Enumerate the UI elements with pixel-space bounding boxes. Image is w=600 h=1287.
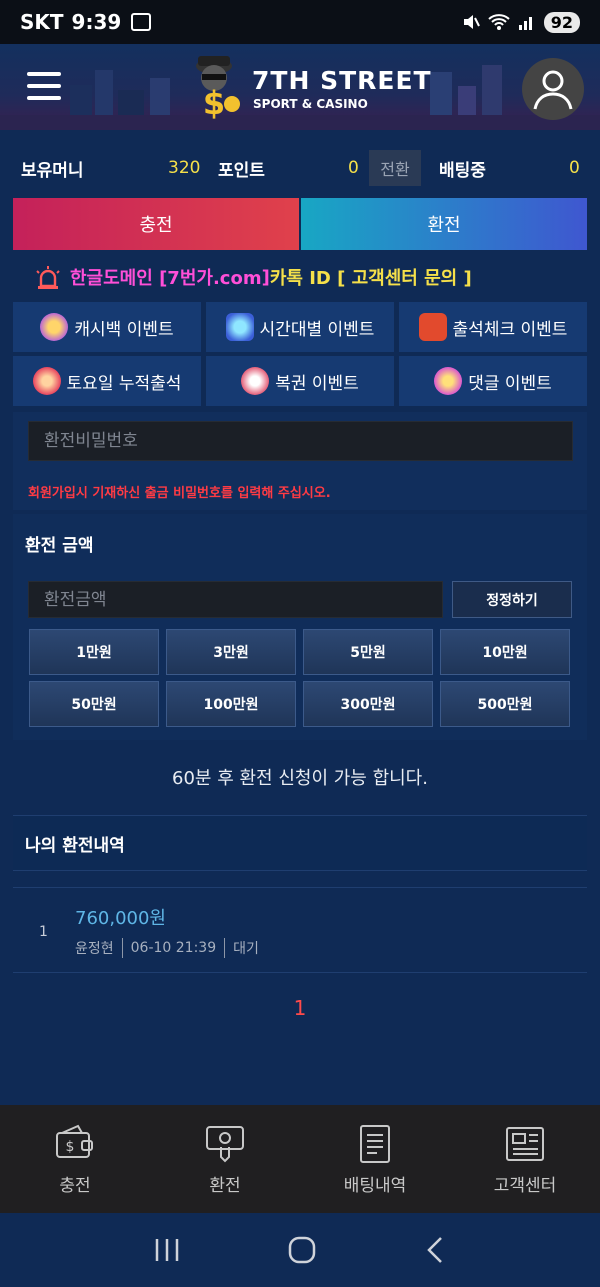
user-icon: [533, 70, 573, 110]
row-datetime: 06-10 21:39: [130, 940, 217, 956]
ball-icon: [241, 367, 270, 395]
row-number: 1: [39, 924, 48, 940]
nav-label: 고객센터: [493, 1175, 557, 1196]
preset-1m-button[interactable]: 100만원: [166, 681, 296, 727]
chip-icon: [32, 367, 61, 395]
point-label: 포인트: [218, 160, 265, 181]
home-icon[interactable]: [287, 1235, 317, 1265]
row-name: 윤정현: [75, 941, 114, 957]
nav-support[interactable]: 고객센터: [450, 1105, 600, 1213]
betting-value: 0: [569, 158, 580, 178]
event-lottery[interactable]: 복권 이벤트: [206, 356, 394, 406]
event-label: 시간대별 이벤트: [259, 319, 375, 340]
mascot-logo-icon: $: [196, 56, 240, 122]
domain-notice: 한글도메인 [ 7번가.com ] 카톡 ID [ 고객센터 문의 ]: [34, 263, 574, 291]
preset-5m-button[interactable]: 500만원: [440, 681, 570, 727]
row-meta: 윤정현 06-10 21:39 대기: [75, 938, 259, 958]
back-icon[interactable]: [423, 1235, 447, 1265]
preset-3m-button[interactable]: 300만원: [303, 681, 433, 727]
battery-level: 92: [543, 11, 580, 33]
wifi-icon: [488, 14, 510, 30]
notice-domain[interactable]: 7번가.com: [167, 264, 261, 290]
event-label: 토요일 누적출석: [66, 373, 182, 394]
history-row: 1 760,000원 윤정현 06-10 21:39 대기: [13, 887, 587, 973]
exchange-button[interactable]: 환전: [301, 198, 587, 250]
betting-label: 배팅중: [439, 160, 486, 181]
clock: 9:39: [71, 10, 122, 34]
row-status: 대기: [233, 941, 259, 957]
nav-exchange[interactable]: 환전: [150, 1105, 300, 1213]
status-bar: SKT 9:39 92: [0, 0, 600, 44]
pagination-page[interactable]: 1: [0, 996, 600, 1020]
preset-100k-button[interactable]: 10만원: [440, 629, 570, 675]
nav-label: 충전: [59, 1175, 91, 1196]
user-avatar[interactable]: [522, 58, 584, 120]
charge-button[interactable]: 충전: [13, 198, 299, 250]
divider: [121, 938, 123, 958]
divider: [224, 938, 226, 958]
logo-title: 7TH STREET: [252, 66, 432, 95]
notice-text-2: ]: [261, 266, 270, 288]
system-nav-bar: [0, 1213, 600, 1287]
dice-icon: [418, 313, 447, 341]
notice-kakao: 카톡 ID [ 고객센터 문의 ]: [269, 268, 472, 289]
mute-icon: [463, 15, 480, 29]
signal-icon: [518, 17, 532, 30]
candy-icon: [434, 367, 463, 395]
reset-button[interactable]: 정정하기: [452, 581, 572, 618]
bottom-nav: $ 충전 환전 배팅내역 고객센터: [0, 1105, 600, 1213]
event-saturday[interactable]: 토요일 누적출석: [13, 356, 201, 406]
row-amount: 760,000원: [75, 908, 166, 929]
history-title: 나의 환전내역: [13, 815, 587, 871]
wait-message: 60분 후 환전 신청이 가능 합니다.: [172, 768, 428, 789]
wallet-icon: $: [56, 1124, 93, 1158]
nav-label: 배팅내역: [343, 1175, 407, 1196]
newspaper-icon: [506, 1126, 544, 1161]
preset-500k-button[interactable]: 50만원: [29, 681, 159, 727]
event-cashback[interactable]: 캐시백 이벤트: [13, 302, 201, 352]
money-value: 320: [168, 158, 201, 178]
svg-text:$: $: [203, 84, 225, 122]
event-label: 복권 이벤트: [275, 373, 359, 394]
site-header: $ 7TH STREET SPORT & CASINO: [0, 44, 600, 130]
nav-betting-history[interactable]: 배팅내역: [300, 1105, 450, 1213]
event-label: 댓글 이벤트: [468, 373, 552, 394]
event-attendance[interactable]: 출석체크 이벤트: [399, 302, 587, 352]
svg-text:$: $: [66, 1139, 75, 1155]
recent-apps-icon[interactable]: [153, 1237, 181, 1263]
alarm-icon: [36, 266, 60, 289]
document-icon: [360, 1124, 390, 1163]
password-help: 회원가입시 기재하신 출금 비밀번호를 입력해 주십시오.: [28, 486, 331, 501]
preset-10k-button[interactable]: 1만원: [29, 629, 159, 675]
notice-text-1: 한글도메인 [: [70, 268, 168, 289]
convert-button[interactable]: 전환: [369, 150, 421, 186]
exchange-amount-input[interactable]: [28, 581, 443, 618]
money-label: 보유머니: [21, 160, 84, 181]
exchange-icon: [206, 1125, 244, 1162]
nav-charge[interactable]: $ 충전: [0, 1105, 150, 1213]
event-label: 캐시백 이벤트: [74, 319, 174, 340]
balance-bar: 보유머니 320 포인트 0 전환 배팅중 0: [0, 144, 600, 192]
event-time[interactable]: 시간대별 이벤트: [206, 302, 394, 352]
screen-record-icon: [131, 13, 152, 31]
event-comment[interactable]: 댓글 이벤트: [399, 356, 587, 406]
preset-30k-button[interactable]: 3만원: [166, 629, 296, 675]
nav-label: 환전: [209, 1175, 241, 1196]
coin-icon: [40, 313, 69, 341]
gem-icon: [225, 313, 254, 341]
amount-title: 환전 금액: [25, 536, 94, 556]
logo-subtitle: SPORT & CASINO: [253, 97, 368, 111]
exchange-password-input[interactable]: [28, 421, 573, 461]
menu-icon[interactable]: [27, 72, 61, 100]
carrier-name: SKT: [20, 10, 64, 34]
preset-50k-button[interactable]: 5만원: [303, 629, 433, 675]
point-value: 0: [348, 158, 359, 178]
event-label: 출석체크 이벤트: [452, 319, 568, 340]
